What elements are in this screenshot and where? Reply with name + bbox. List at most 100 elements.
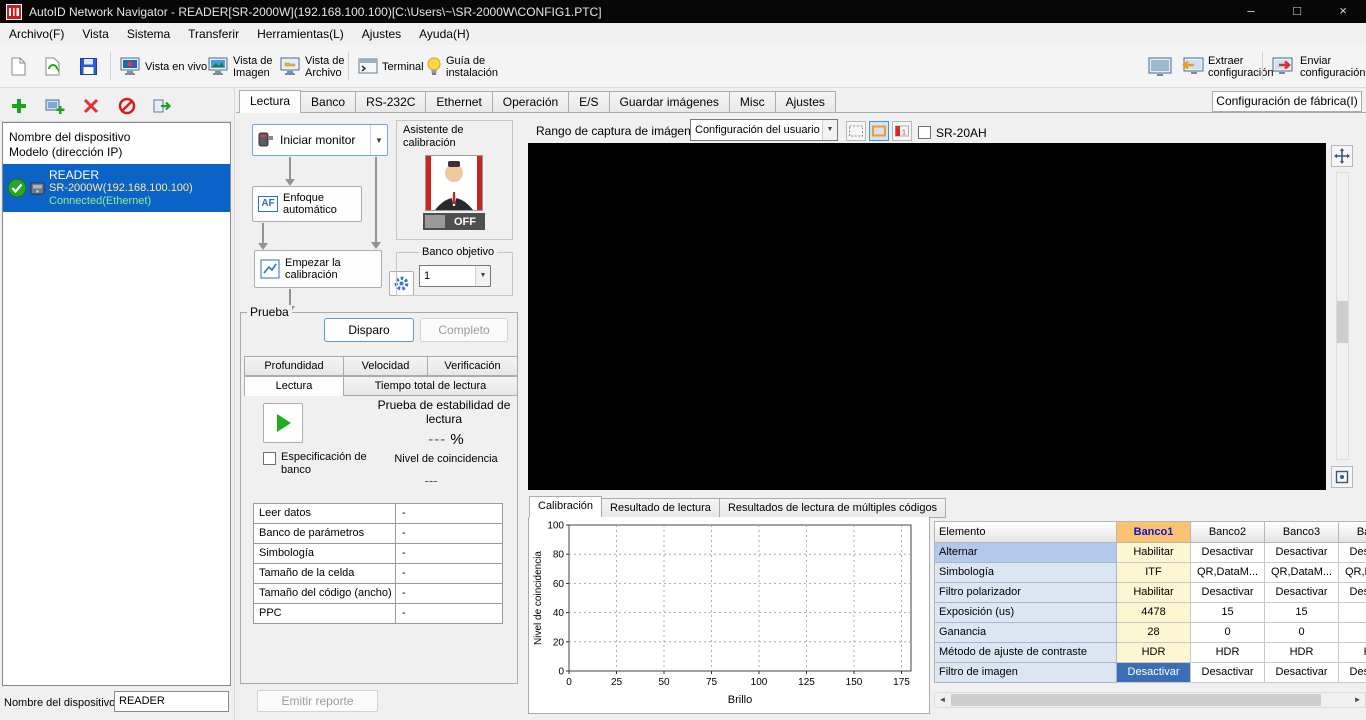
- complete-button[interactable]: Completo: [420, 318, 508, 342]
- run-test-button[interactable]: [263, 403, 303, 443]
- bank-row-label[interactable]: Método de ajuste de contraste: [934, 643, 1117, 663]
- menu-vista[interactable]: Vista: [73, 23, 117, 45]
- bank-cell[interactable]: 0: [1191, 623, 1265, 643]
- bank-row-label[interactable]: Simbología: [934, 563, 1117, 583]
- result-tab-calibraci-n[interactable]: Calibración: [529, 496, 602, 518]
- screen-view-button[interactable]: [1144, 48, 1176, 85]
- menu-ajustes[interactable]: Ajustes: [353, 23, 410, 45]
- bank-cell[interactable]: HDR: [1191, 643, 1265, 663]
- scrollbar-thumb[interactable]: [951, 694, 1321, 706]
- bank-cell[interactable]: Desactivar: [1265, 543, 1339, 563]
- menu-archivo-f[interactable]: Archivo(F): [0, 23, 73, 45]
- bank-row-label[interactable]: Exposición (us): [934, 603, 1117, 623]
- tab-e-s[interactable]: E/S: [569, 91, 609, 113]
- minimize-button[interactable]: –: [1228, 0, 1274, 23]
- bank-table-horizontal-scrollbar[interactable]: ◄ ►: [934, 692, 1366, 708]
- autofocus-button[interactable]: AF Enfoque automático: [252, 186, 362, 222]
- open-refresh-button[interactable]: [40, 48, 66, 85]
- new-file-button[interactable]: [6, 48, 31, 85]
- test-tab-lectura[interactable]: Lectura: [244, 376, 344, 396]
- device-name-input[interactable]: READER: [114, 691, 229, 712]
- bank-row-label[interactable]: Filtro de imagen: [934, 663, 1117, 683]
- bank-cell[interactable]: Habilitar: [1117, 583, 1191, 603]
- bank-cell[interactable]: Desactivar: [1265, 583, 1339, 603]
- bank-cell[interactable]: 15: [1191, 603, 1265, 623]
- bank-column-header-elemento[interactable]: Elemento: [934, 521, 1117, 543]
- bank-cell[interactable]: 15: [1339, 603, 1366, 623]
- result-tab-resultados-de-lectura-de-m-ltiples-c-digos[interactable]: Resultados de lectura de múltiples códig…: [720, 498, 946, 518]
- capture-area-dashed-button[interactable]: [846, 121, 866, 141]
- delete-device-button[interactable]: [78, 93, 104, 119]
- close-button[interactable]: ×: [1320, 0, 1366, 23]
- bank-cell[interactable]: Desactivar: [1339, 543, 1366, 563]
- bank-cell[interactable]: 0: [1339, 623, 1366, 643]
- tab-misc[interactable]: Misc: [730, 91, 776, 113]
- bank-cell[interactable]: HDR: [1339, 643, 1366, 663]
- bank-column-header-banco4[interactable]: Banco4: [1339, 521, 1366, 543]
- bank-cell[interactable]: Desactivar: [1191, 663, 1265, 683]
- tab-rs-232c[interactable]: RS-232C: [356, 91, 426, 113]
- sr20ah-checkbox[interactable]: [918, 126, 931, 139]
- bank-cell[interactable]: Desactivar: [1117, 663, 1191, 683]
- setup-guide-button[interactable]: Guía de instalación: [422, 48, 502, 85]
- capture-area-partial-button[interactable]: 1: [892, 121, 912, 141]
- bank-cell[interactable]: Desactivar: [1339, 663, 1366, 683]
- bank-cell[interactable]: 0: [1265, 623, 1339, 643]
- zoom-fit-button[interactable]: [1331, 466, 1353, 488]
- target-bank-select[interactable]: 1 ▼: [419, 265, 491, 287]
- bank-cell[interactable]: Desactivar: [1265, 663, 1339, 683]
- bank-cell[interactable]: QR,DataM...: [1191, 563, 1265, 583]
- bank-row-label[interactable]: Alternar: [934, 543, 1117, 563]
- tab-ethernet[interactable]: Ethernet: [426, 91, 492, 113]
- register-device-button[interactable]: [42, 93, 68, 119]
- disconnect-button[interactable]: [114, 93, 140, 119]
- tab-guardar-im-genes[interactable]: Guardar imágenes: [610, 91, 730, 113]
- bank-cell[interactable]: Desactivar: [1191, 583, 1265, 603]
- scrollbar-thumb[interactable]: [1337, 301, 1348, 343]
- start-calibration-button[interactable]: Empezar la calibración: [254, 250, 382, 288]
- send-config-button[interactable]: Enviar configuración: [1268, 48, 1366, 85]
- bank-cell[interactable]: Desactivar: [1191, 543, 1265, 563]
- device-row-selected[interactable]: READER SR-2000W(192.168.100.100) Connect…: [3, 164, 230, 212]
- save-button[interactable]: [76, 48, 101, 85]
- bank-spec-checkbox[interactable]: [263, 452, 276, 465]
- terminal-button[interactable]: Terminal: [354, 48, 428, 85]
- maximize-button[interactable]: □: [1274, 0, 1320, 23]
- tab-operaci-n[interactable]: Operación: [493, 91, 569, 113]
- bank-cell[interactable]: 28: [1117, 623, 1191, 643]
- assistant-person-image[interactable]: [425, 155, 483, 211]
- menu-ayuda-h[interactable]: Ayuda(H): [410, 23, 478, 45]
- image-vertical-scrollbar[interactable]: [1336, 172, 1349, 460]
- bank-column-header-banco3[interactable]: Banco3: [1265, 521, 1339, 543]
- bank-cell[interactable]: Desactivar: [1339, 583, 1366, 603]
- bank-cell[interactable]: HDR: [1265, 643, 1339, 663]
- bank-cell[interactable]: QR,DataM...: [1265, 563, 1339, 583]
- pan-image-button[interactable]: [1331, 145, 1353, 167]
- capture-area-full-button[interactable]: [869, 121, 889, 141]
- file-view-button[interactable]: Vista de Archivo: [276, 48, 349, 85]
- menu-herramientas-l[interactable]: Herramientas(L): [248, 23, 353, 45]
- bank-cell[interactable]: 15: [1265, 603, 1339, 623]
- factory-config-button[interactable]: Configuración de fábrica(I): [1212, 91, 1362, 112]
- test-tab-velocidad[interactable]: Velocidad: [344, 356, 428, 376]
- bank-cell[interactable]: HDR: [1117, 643, 1191, 663]
- capture-preset-select[interactable]: Configuración del usuario ▼: [690, 119, 838, 141]
- assistant-off-toggle[interactable]: OFF: [423, 213, 485, 230]
- scroll-right-arrow[interactable]: ►: [1350, 693, 1365, 707]
- menu-transferir[interactable]: Transferir: [179, 23, 248, 45]
- monitor-dropdown-caret[interactable]: ▼: [370, 125, 387, 155]
- add-device-button[interactable]: [6, 93, 32, 119]
- camera-image-view[interactable]: [528, 143, 1326, 490]
- bank-row-label[interactable]: Ganancia: [934, 623, 1117, 643]
- bank-cell[interactable]: ITF: [1117, 563, 1191, 583]
- bank-column-header-banco2[interactable]: Banco2: [1191, 521, 1265, 543]
- scroll-left-arrow[interactable]: ◄: [935, 693, 950, 707]
- start-monitor-button[interactable]: Iniciar monitor ▼: [252, 124, 388, 156]
- tab-ajustes[interactable]: Ajustes: [776, 91, 836, 113]
- export-device-button[interactable]: [150, 93, 176, 119]
- test-tab-profundidad[interactable]: Profundidad: [244, 356, 344, 376]
- bank-spec-option[interactable]: Especificación de banco: [263, 451, 383, 477]
- test-tab-tiempo-total-de-lectura[interactable]: Tiempo total de lectura: [344, 376, 518, 396]
- live-view-button[interactable]: Vista en vivo: [116, 48, 211, 85]
- bank-cell[interactable]: QR,DataM...: [1339, 563, 1366, 583]
